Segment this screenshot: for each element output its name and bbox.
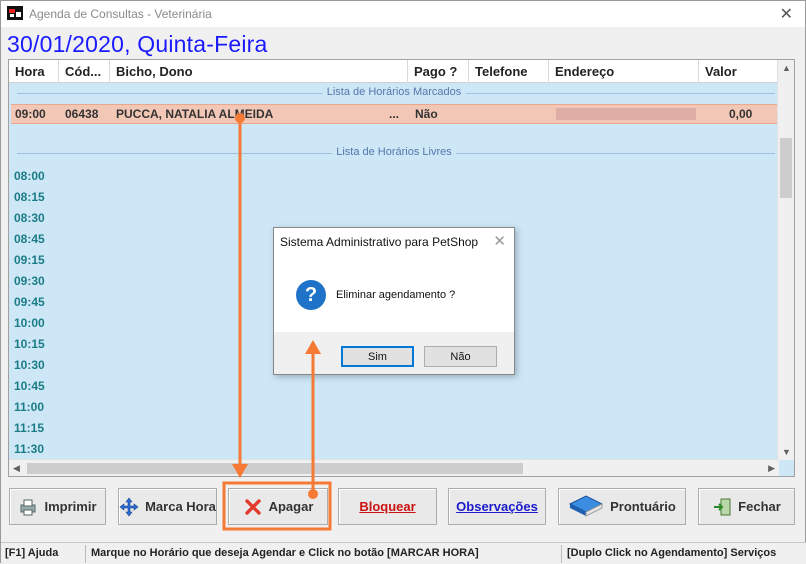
redacted-address xyxy=(556,108,696,120)
list-item[interactable]: 11:00 xyxy=(14,397,45,418)
apagar-label: Apagar xyxy=(268,499,314,514)
horizontal-scroll-thumb[interactable] xyxy=(27,463,523,474)
col-hora[interactable]: Hora xyxy=(9,60,59,83)
row-bicho-dono: PUCCA, NATALIA ALMEIDA xyxy=(116,107,274,121)
delete-x-icon xyxy=(244,498,261,515)
list-item[interactable]: 08:15 xyxy=(14,187,45,208)
dialog-no-button[interactable]: Não xyxy=(424,346,497,367)
scroll-down-icon[interactable]: ▼ xyxy=(782,447,791,457)
bloquear-label: Bloquear xyxy=(359,499,416,514)
col-pago[interactable]: Pago ? xyxy=(408,60,469,83)
status-help: [F1] Ajuda xyxy=(5,547,59,559)
dialog-title: Sistema Administrativo para PetShop xyxy=(280,235,479,249)
prontuario-label: Prontuário xyxy=(610,499,676,514)
status-hint: Marque no Horário que deseja Agendar e C… xyxy=(91,547,479,559)
exit-door-icon xyxy=(714,498,731,515)
status-right: [Duplo Click no Agendamento] Serviços xyxy=(567,547,777,559)
list-item[interactable]: 11:15 xyxy=(14,418,45,439)
booked-separator: Lista de Horários Marcados xyxy=(9,86,779,100)
main-window: Agenda de Consultas - Veterinária ✕ 30/0… xyxy=(0,0,806,564)
list-item[interactable]: 10:30 xyxy=(14,355,45,376)
list-item[interactable]: 09:30 xyxy=(14,271,45,292)
free-separator: Lista de Horários Livres xyxy=(9,146,779,160)
list-item[interactable]: 09:15 xyxy=(14,250,45,271)
col-bicho-dono[interactable]: Bicho, Dono xyxy=(110,60,408,83)
fechar-label: Fechar xyxy=(738,499,781,514)
status-bar: [F1] Ajuda Marque no Horário que deseja … xyxy=(1,542,806,564)
row-pago: Não xyxy=(415,107,438,121)
col-telefone[interactable]: Telefone xyxy=(469,60,549,83)
col-codigo[interactable]: Cód... xyxy=(59,60,110,83)
row-ellipsis: ... xyxy=(389,107,400,121)
list-item[interactable]: 08:30 xyxy=(14,208,45,229)
window-title: Agenda de Consultas - Veterinária xyxy=(29,7,212,21)
apagar-button[interactable]: Apagar xyxy=(228,488,328,525)
fechar-button[interactable]: Fechar xyxy=(698,488,795,525)
free-times-list: 08:00 08:15 08:30 08:45 09:15 09:30 09:4… xyxy=(14,166,45,460)
col-valor[interactable]: Valor xyxy=(699,60,779,83)
row-hora: 09:00 xyxy=(15,107,46,121)
vertical-scroll-thumb[interactable] xyxy=(780,138,792,198)
app-icon xyxy=(7,6,23,20)
marca-hora-button[interactable]: Marca Hora xyxy=(118,488,217,525)
list-item[interactable]: 10:00 xyxy=(14,313,45,334)
list-item[interactable]: 10:15 xyxy=(14,334,45,355)
book-icon xyxy=(569,494,604,517)
printer-icon xyxy=(20,499,36,515)
imprimir-label: Imprimir xyxy=(44,499,97,514)
scroll-up-icon[interactable]: ▲ xyxy=(782,63,791,73)
observacoes-label: Observações xyxy=(456,499,538,514)
bloquear-button[interactable]: Bloquear xyxy=(338,488,437,525)
move-arrows-icon xyxy=(119,497,139,516)
page-title: 30/01/2020, Quinta-Feira xyxy=(7,31,268,57)
list-item[interactable]: 11:30 xyxy=(14,439,45,460)
list-item[interactable]: 08:00 xyxy=(14,166,45,187)
scroll-left-icon[interactable]: ◀ xyxy=(13,463,20,474)
table-row[interactable]: 09:00 06438 PUCCA, NATALIA ALMEIDA ... N… xyxy=(11,104,777,124)
free-list-label: Lista de Horários Livres xyxy=(332,146,456,158)
col-endereco[interactable]: Endereço xyxy=(549,60,699,83)
horizontal-scrollbar[interactable]: ◀ ▶ xyxy=(9,459,779,476)
vertical-scrollbar[interactable]: ▲ ▼ xyxy=(777,60,794,460)
window-close-icon[interactable]: ✕ xyxy=(780,4,793,24)
marca-hora-label: Marca Hora xyxy=(145,499,216,514)
list-item[interactable]: 10:45 xyxy=(14,376,45,397)
dialog-footer: Sim Não xyxy=(274,332,514,374)
imprimir-button[interactable]: Imprimir xyxy=(9,488,106,525)
prontuario-button[interactable]: Prontuário xyxy=(558,488,686,525)
list-item[interactable]: 09:45 xyxy=(14,292,45,313)
dialog-yes-button[interactable]: Sim xyxy=(341,346,414,367)
confirm-dialog: Sistema Administrativo para PetShop ✕ ? … xyxy=(273,227,515,375)
question-icon: ? xyxy=(296,280,326,310)
row-valor: 0,00 xyxy=(729,107,753,121)
scroll-right-icon[interactable]: ▶ xyxy=(768,463,775,474)
observacoes-button[interactable]: Observações xyxy=(448,488,546,525)
list-item[interactable]: 08:45 xyxy=(14,229,45,250)
title-bar: Agenda de Consultas - Veterinária ✕ xyxy=(1,1,805,27)
row-codigo: 06438 xyxy=(65,107,99,121)
dialog-close-icon[interactable]: ✕ xyxy=(493,232,506,250)
dialog-message: Eliminar agendamento ? xyxy=(336,289,456,301)
table-header: Hora Cód... Bicho, Dono Pago ? Telefone … xyxy=(9,60,779,83)
booked-list-label: Lista de Horários Marcados xyxy=(322,86,466,98)
